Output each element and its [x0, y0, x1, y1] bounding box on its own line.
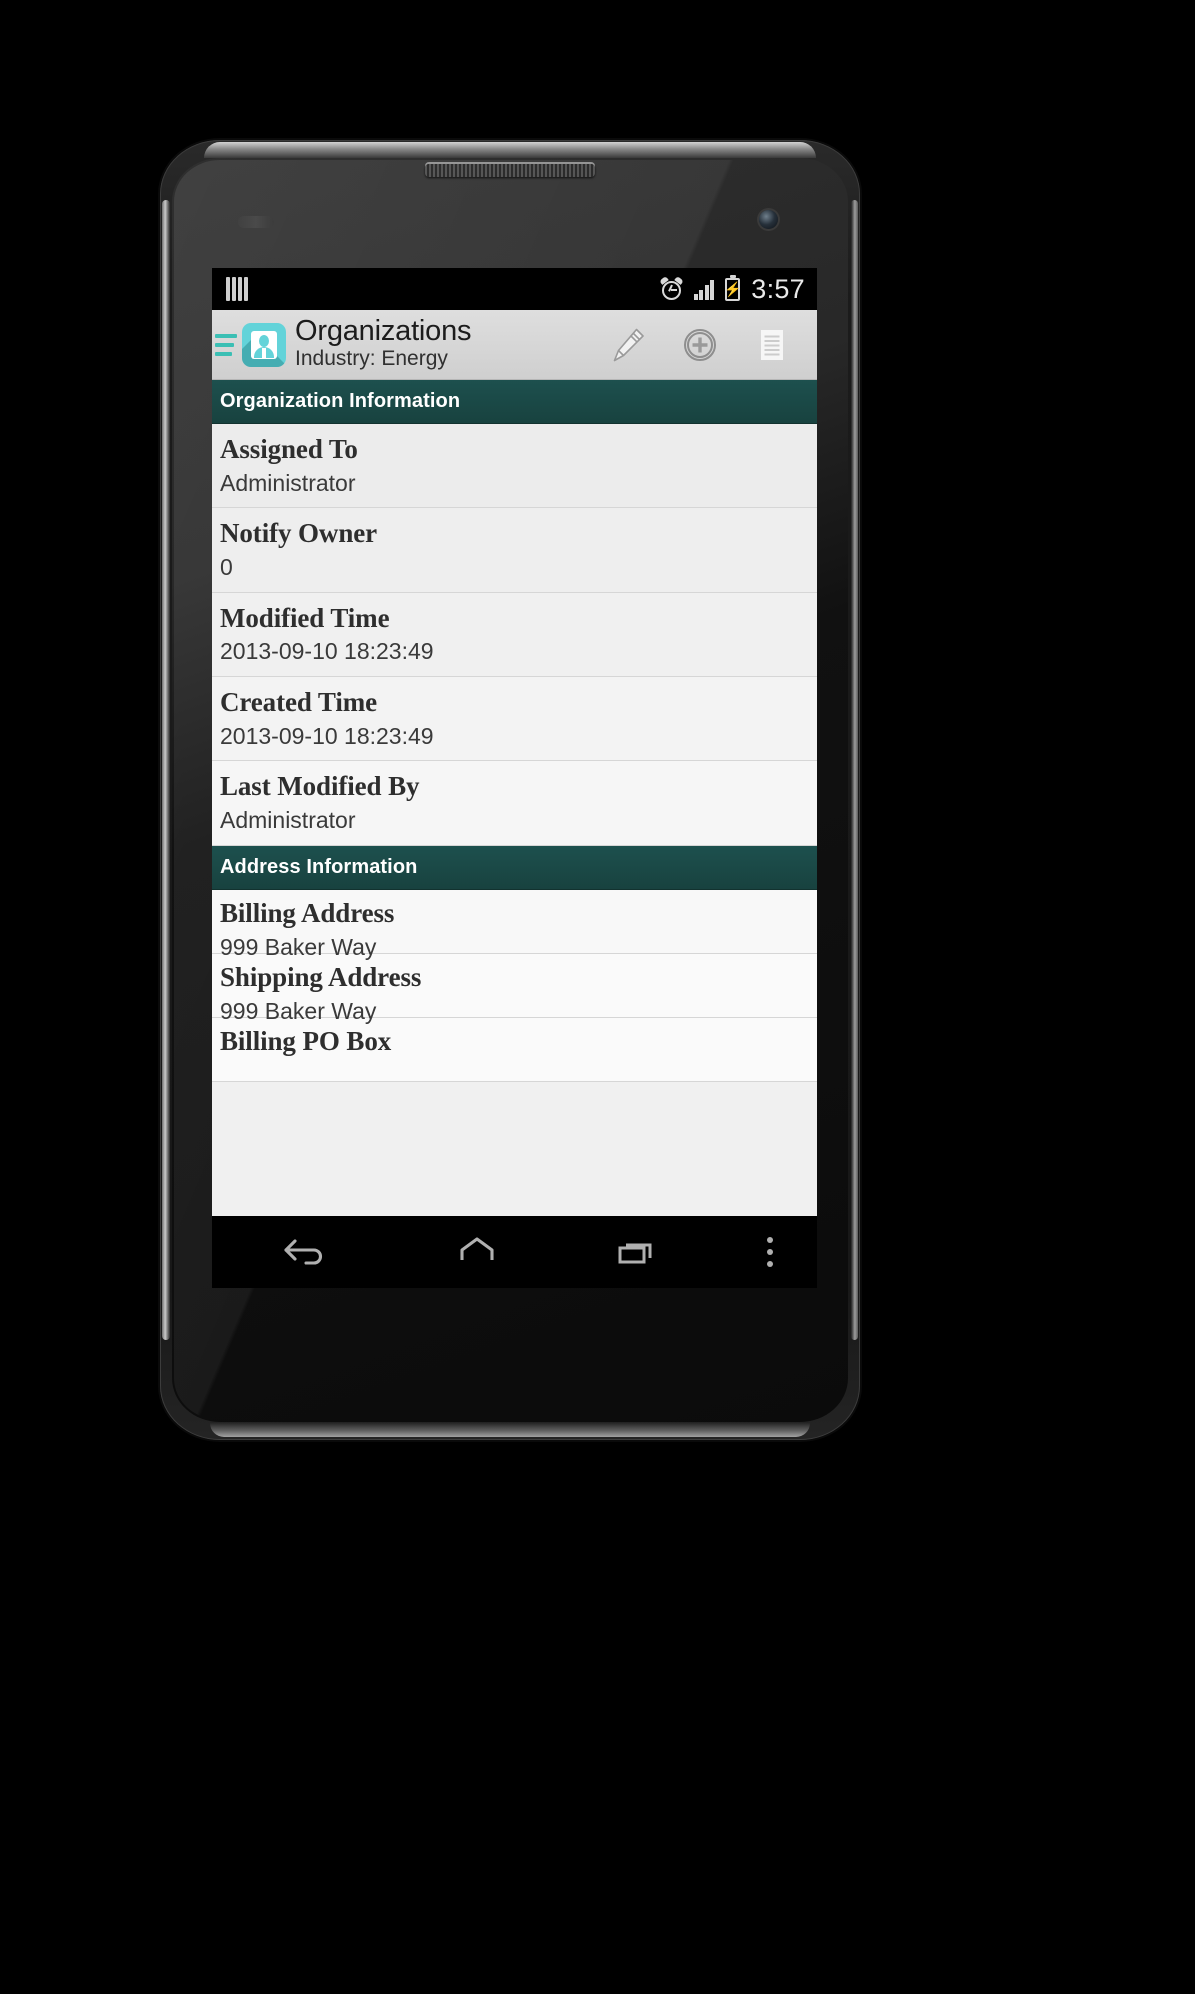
- add-button[interactable]: [677, 322, 723, 368]
- field-label: Created Time: [220, 687, 378, 718]
- android-navigation-bar: [212, 1216, 817, 1288]
- phone-rim-bottom: [210, 1423, 810, 1437]
- field-row[interactable]: Modified Time 2013-09-10 18:23:49: [212, 592, 817, 678]
- proximity-sensor-icon: [238, 216, 274, 228]
- field-value: 0: [220, 554, 233, 581]
- phone-device-frame: ⚡ 3:57 Organizations Industry: Energy Or…: [160, 140, 860, 1440]
- action-bar-buttons: [605, 322, 817, 368]
- page-subtitle: Industry: Energy: [295, 347, 448, 371]
- circle-plus-icon: [684, 328, 716, 361]
- field-row[interactable]: Last Modified By Administrator: [212, 761, 817, 846]
- pencil-icon: [613, 328, 644, 361]
- hamburger-menu-icon[interactable]: [215, 333, 237, 356]
- field-label: Billing PO Box: [220, 1025, 392, 1056]
- battery-charging-icon: ⚡: [724, 274, 741, 301]
- section-header: Address Information: [212, 845, 817, 890]
- organizations-app-icon[interactable]: [242, 322, 286, 367]
- status-bar-right-group: ⚡ 3:57: [659, 273, 805, 305]
- field-value: 2013-09-10 18:23:49: [220, 722, 434, 749]
- field-row[interactable]: Billing Address 999 Baker Way: [212, 889, 817, 960]
- field-row[interactable]: Notify Owner 0: [212, 508, 817, 593]
- home-icon: [460, 1237, 494, 1260]
- field-label: Notify Owner: [220, 518, 378, 549]
- sim-card-icon: [226, 277, 248, 301]
- phone-rim-left: [162, 200, 170, 1340]
- signal-bars-icon: [693, 279, 715, 300]
- nav-back-button[interactable]: [212, 1232, 402, 1272]
- alarm-clock-icon: [659, 275, 684, 301]
- detail-field-list[interactable]: Organization Information Assigned To Admin…: [212, 380, 817, 1082]
- earpiece-speaker-icon: [425, 164, 595, 177]
- overflow-menu-icon: [766, 1237, 773, 1243]
- page-title: Organizations: [295, 314, 472, 347]
- status-bar: ⚡ 3:57: [212, 268, 817, 310]
- field-label: Assigned To: [220, 434, 358, 464]
- field-row[interactable]: Created Time 2013-09-10 18:23:49: [212, 677, 817, 762]
- phone-rim-right: [851, 200, 858, 1340]
- nav-recents-button[interactable]: [552, 1232, 722, 1272]
- field-label: Modified Time: [220, 602, 390, 633]
- field-value: Administrator: [220, 807, 356, 834]
- nav-overflow-menu-button[interactable]: [722, 1237, 817, 1267]
- field-label: Shipping Address: [220, 961, 422, 992]
- back-arrow-icon: [284, 1239, 323, 1265]
- field-row[interactable]: Assigned To Administrator: [212, 424, 817, 509]
- edit-button[interactable]: [605, 322, 651, 368]
- field-row[interactable]: Shipping Address 999 Baker Way: [212, 953, 817, 1024]
- field-row[interactable]: Billing PO Box: [212, 1017, 817, 1082]
- field-value: Administrator: [220, 469, 356, 496]
- related-list-button[interactable]: [749, 322, 795, 368]
- nav-home-button[interactable]: [402, 1232, 552, 1272]
- field-label: Last Modified By: [220, 771, 420, 802]
- section-header: Organization Information: [212, 380, 817, 424]
- front-camera-icon: [759, 210, 778, 229]
- status-bar-clock: 3:57: [751, 273, 805, 304]
- field-value: 2013-09-10 18:23:49: [220, 638, 434, 665]
- overflow-menu-icon: [766, 1261, 773, 1267]
- action-bar-titles: Organizations Industry: Energy: [295, 314, 472, 372]
- document-lines-icon: [761, 329, 783, 360]
- overflow-menu-icon: [766, 1249, 773, 1255]
- action-bar: Organizations Industry: Energy: [212, 310, 817, 380]
- phone-screen: ⚡ 3:57 Organizations Industry: Energy Or…: [212, 268, 817, 1288]
- field-label: Billing Address: [220, 897, 395, 928]
- recent-apps-icon: [618, 1243, 652, 1264]
- phone-rim-top: [204, 142, 816, 158]
